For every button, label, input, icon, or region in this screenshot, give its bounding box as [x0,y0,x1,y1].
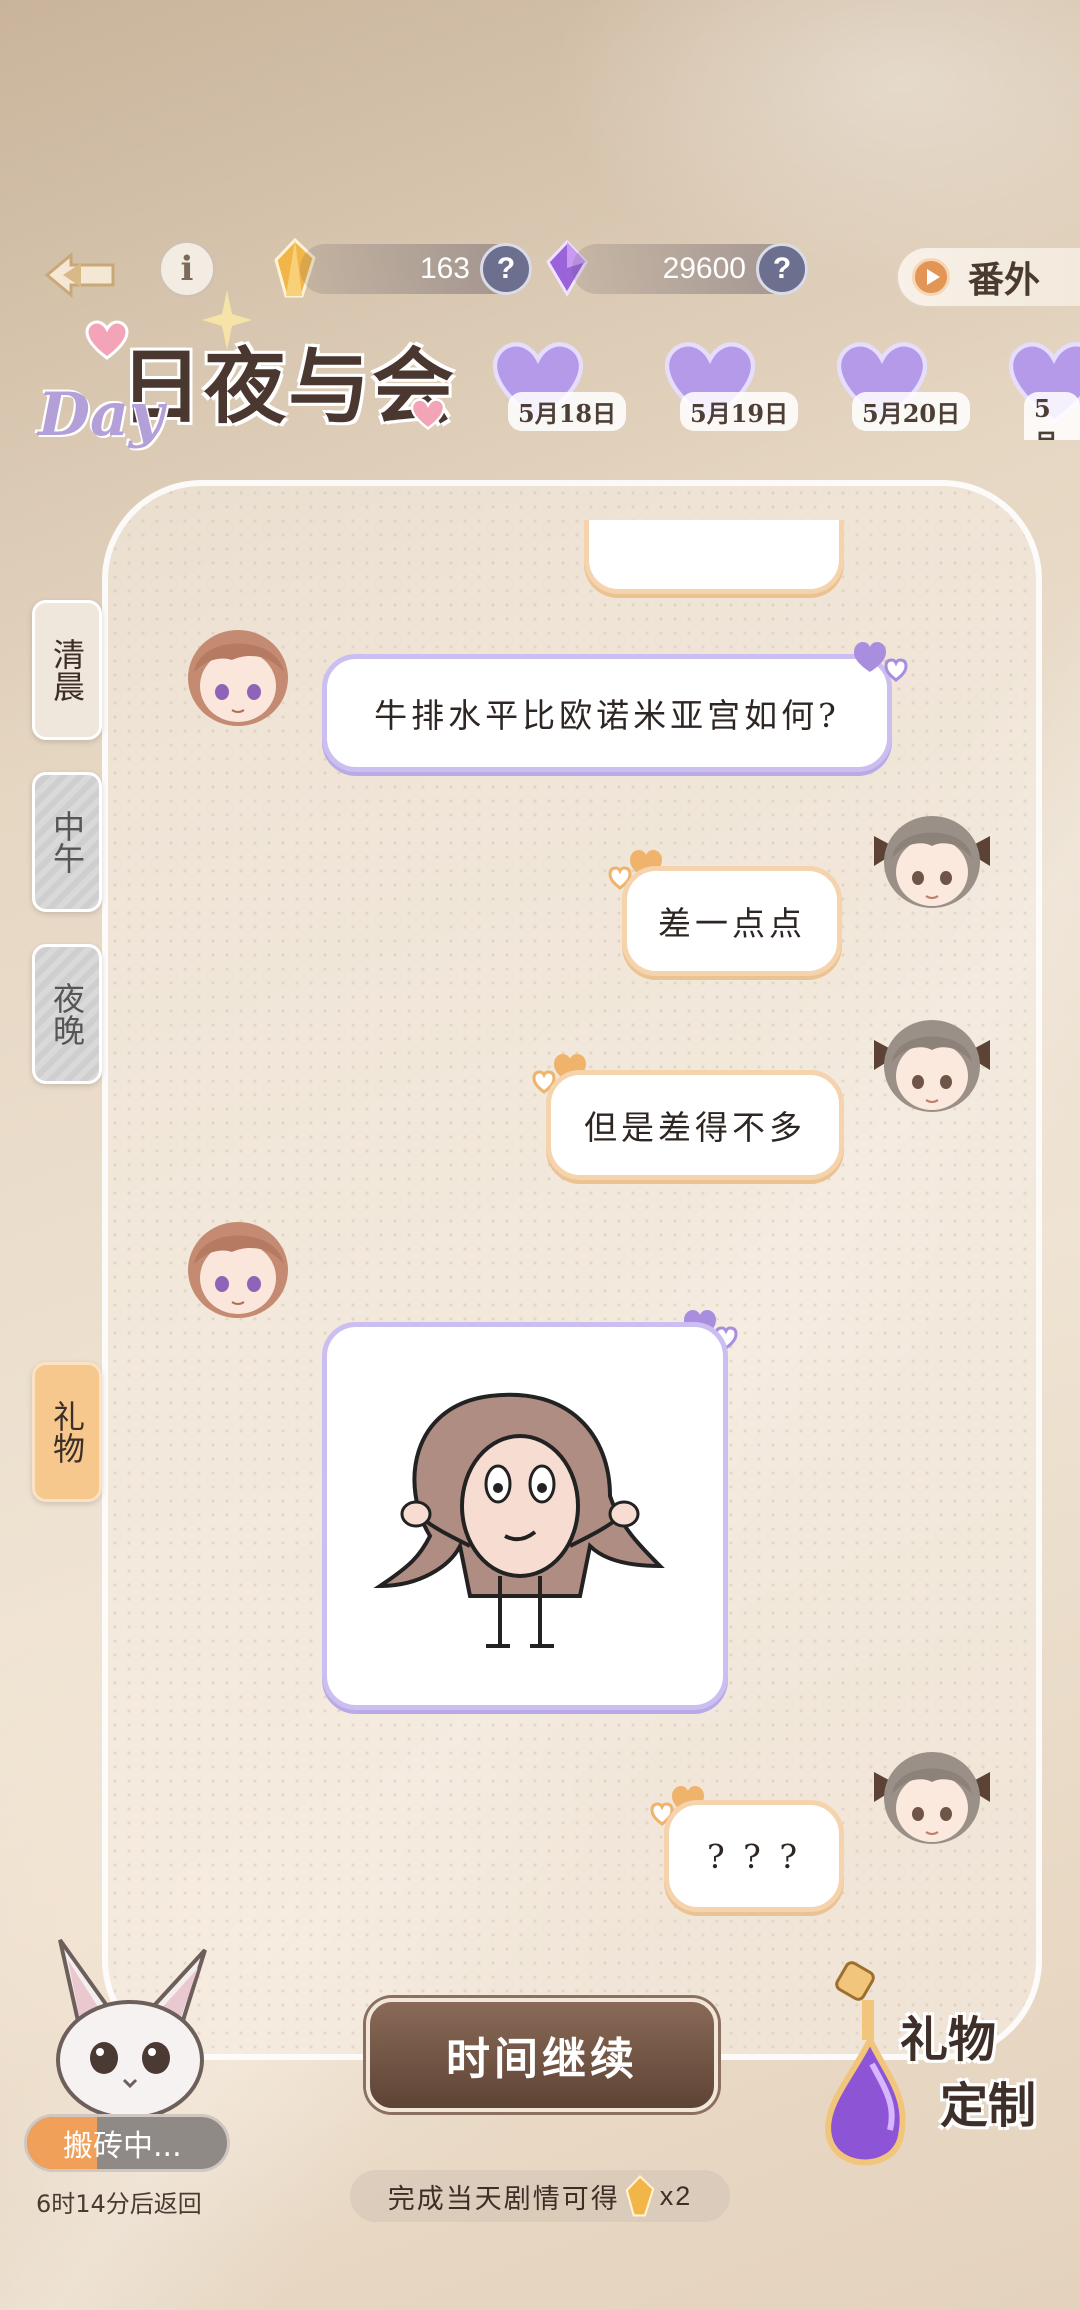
gold-currency: 163 ? [300,243,532,295]
continue-time-button[interactable]: 时间继续 [366,1998,718,2112]
message-bubble-me: 但是差得不多 [546,1070,844,1180]
gift-custom-button[interactable]: 礼物 定制 [800,1960,1070,2190]
heart-icon [410,398,446,430]
gem-value: 29600 [662,252,746,285]
gift-custom-line2: 定制 [940,2078,1037,2134]
sticker-bubble [322,1322,728,1710]
tab-label: 夜晚 [48,982,86,1046]
info-icon: i [180,249,194,289]
date-label: 5月18日 [508,392,627,431]
message-bubble-me: 差一点点 [622,866,842,976]
date-label: 5月 [1024,392,1080,440]
gold-help-button[interactable]: ? [480,243,532,295]
gem-currency: 29600 ? [572,243,808,295]
pet-return-time: 6时14分后返回 [36,2190,202,2218]
female-avatar [874,1752,990,1844]
event-logo: 日夜与会 Day [30,290,460,460]
message-bubble-me: ? ? ? [664,1800,844,1912]
bunny-pet[interactable] [40,1930,220,2120]
message-text: 差一点点 [658,904,806,943]
message-text: ? ? ? [706,1836,802,1876]
tab-label: 清晨 [48,638,86,702]
date-tab-0520[interactable]: 5月20日 [822,340,972,440]
tab-night[interactable]: 夜晚 [32,944,102,1084]
previous-message-bubble [584,520,844,594]
pet-status-bar: 搬砖中... [24,2114,230,2172]
gift-custom-line1: 礼物 [900,2012,997,2068]
pet-status-text: 搬砖中... [63,2129,182,2164]
back-arrow-icon [44,251,115,299]
male-avatar [188,1222,288,1318]
play-icon [912,258,950,296]
date-tab-next[interactable]: 5月 [994,340,1080,440]
reward-info: 完成当天剧情可得 x2 [350,2170,730,2222]
gem-help-button[interactable]: ? [756,243,808,295]
female-avatar [874,1020,990,1112]
date-tab-0518[interactable]: 5月18日 [478,340,628,440]
logo-title: 日夜与会 [120,339,457,435]
date-tab-0519[interactable]: 5月19日 [650,340,800,440]
extra-story-button[interactable]: 番外 [896,246,1080,308]
message-text: 但是差得不多 [584,1108,806,1147]
tab-noon[interactable]: 中午 [32,772,102,912]
cartoon-sticker [373,1392,665,1648]
date-label: 5月19日 [680,392,799,431]
message-bubble-him: 牛排水平比欧诺米亚宫如何? [322,654,892,772]
heart-icon [854,642,908,682]
female-avatar [874,816,990,908]
earring-icon [825,1961,906,2166]
tab-label: 中午 [48,810,86,874]
gold-value: 163 [419,252,470,285]
back-button[interactable] [40,245,120,305]
reward-multiplier: x2 [659,2180,693,2211]
male-avatar [188,630,288,726]
tab-morning[interactable]: 清晨 [32,600,102,740]
continue-label: 时间继续 [446,2034,638,2085]
gold-crystal-icon [625,2175,655,2217]
extra-story-label: 番外 [968,259,1041,301]
date-label: 5月20日 [852,392,971,431]
tab-gift[interactable]: 礼物 [32,1362,102,1502]
logo-day-tag: Day [38,380,164,450]
tab-label: 礼物 [48,1400,86,1464]
message-text: 牛排水平比欧诺米亚宫如何? [374,696,840,735]
reward-text: 完成当天剧情可得 [387,2183,620,2215]
